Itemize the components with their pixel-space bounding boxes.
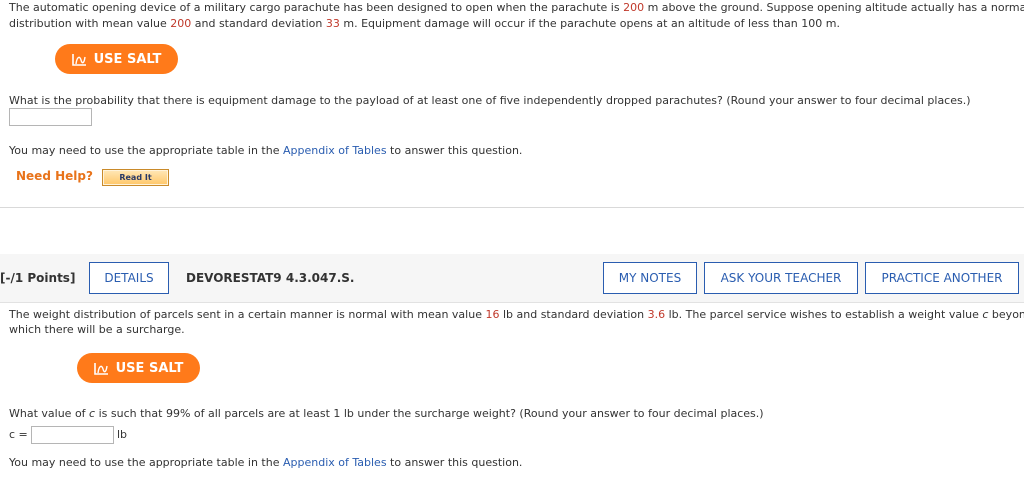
q2-question-text: is such that 99% of all parcels are at l… — [95, 407, 764, 420]
q2-c-label: c = — [9, 428, 28, 441]
q1-table-text: to answer this question. — [386, 144, 523, 157]
q1-table-note: You may need to use the appropriate tabl… — [9, 143, 522, 158]
q2-appendix-link[interactable]: Appendix of Tables — [283, 456, 387, 469]
q1-table-text: You may need to use the appropriate tabl… — [9, 144, 283, 157]
q1-mean-value: 200 — [170, 17, 192, 30]
q1-open-altitude: 200 — [623, 1, 645, 14]
q2-intro-line2: which there will be a surcharge. — [9, 323, 185, 336]
need-help-label: Need Help? — [16, 169, 93, 183]
q1-appendix-link[interactable]: Appendix of Tables — [283, 144, 387, 157]
q2-text: beyond — [991, 308, 1024, 321]
q2-text: lb and standard deviation — [499, 308, 648, 321]
q1-sd-value: 33 — [325, 17, 340, 30]
read-it-button[interactable]: Read It — [102, 169, 169, 186]
q1-text: m. Equipment damage will occur if the pa… — [339, 17, 840, 30]
q1-intro-line2: distribution with mean value 200 and sta… — [9, 16, 840, 31]
q2-points: [-/1 Points] — [0, 271, 76, 285]
q1-answer-field[interactable] — [9, 108, 92, 126]
ask-your-teacher-button[interactable]: ASK YOUR TEACHER — [704, 262, 858, 294]
q2-text: lb. The parcel service wishes to establi… — [665, 308, 983, 321]
q2-mean-value: 16 — [485, 308, 500, 321]
q2-use-salt-button[interactable]: USE SALT — [77, 353, 200, 383]
q1-use-salt-button[interactable]: USE SALT — [55, 44, 178, 74]
q1-text: m above the ground. Suppose opening alti… — [644, 1, 1024, 14]
q2-question: What value of c is such that 99% of all … — [9, 406, 764, 421]
q1-text: and standard deviation — [191, 17, 326, 30]
q1-intro-line1: The automatic opening device of a milita… — [9, 0, 1024, 15]
q2-sd-value: 3.6 — [647, 308, 666, 321]
practice-another-button[interactable]: PRACTICE ANOTHER — [865, 262, 1019, 294]
q1-question: What is the probability that there is eq… — [9, 94, 971, 107]
q2-text: The weight distribution of parcels sent … — [9, 308, 486, 321]
section-divider — [0, 207, 1024, 208]
salt-calculator-icon — [71, 53, 86, 66]
details-button[interactable]: DETAILS — [89, 262, 169, 294]
q2-c-answer-field[interactable] — [31, 426, 114, 444]
salt-calculator-icon — [93, 362, 108, 375]
q2-problem-code: DEVORESTAT9 4.3.047.S. — [186, 271, 355, 285]
q2-table-text: You may need to use the appropriate tabl… — [9, 456, 283, 469]
q2-table-text: to answer this question. — [386, 456, 523, 469]
q2-table-note: You may need to use the appropriate tabl… — [9, 455, 522, 470]
q1-salt-label: USE SALT — [93, 51, 162, 67]
q1-text: distribution with mean value — [9, 17, 171, 30]
q2-salt-label: USE SALT — [115, 360, 184, 376]
my-notes-button[interactable]: MY NOTES — [603, 262, 697, 294]
q2-unit-label: lb — [117, 428, 128, 441]
q2-question-text: What value of — [9, 407, 90, 420]
q2-intro-line1: The weight distribution of parcels sent … — [9, 307, 1024, 322]
q1-text: The automatic opening device of a milita… — [9, 1, 624, 14]
